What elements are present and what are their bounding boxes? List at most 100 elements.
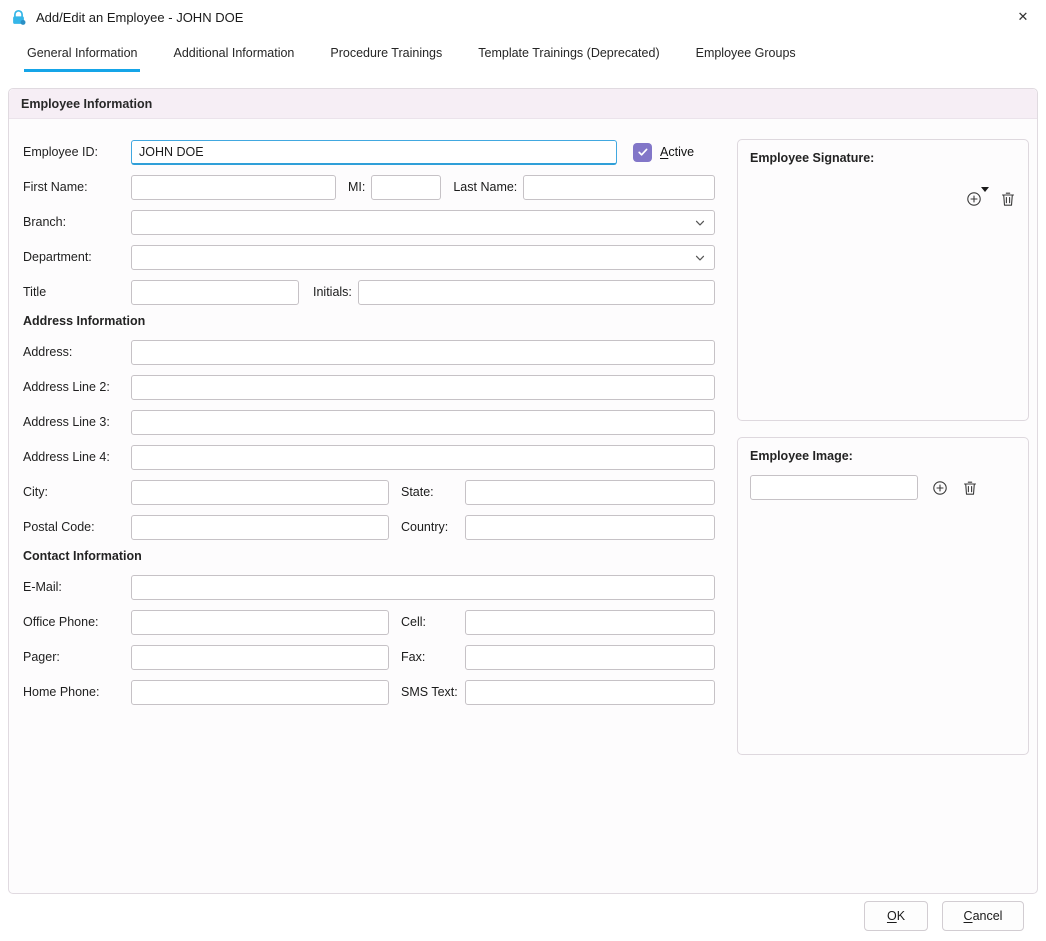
dropdown-arrow-icon bbox=[981, 187, 989, 192]
add-edit-employee-dialog: { "window": { "title": "Add/Edit an Empl… bbox=[0, 0, 1046, 941]
sms-text-label: SMS Text: bbox=[401, 685, 465, 699]
mi-label: MI: bbox=[348, 180, 365, 194]
title-row: Title Initials: bbox=[23, 279, 715, 305]
fax-input[interactable] bbox=[465, 645, 715, 670]
country-label: Country: bbox=[401, 520, 465, 534]
tab-employee-groups[interactable]: Employee Groups bbox=[693, 40, 799, 72]
cell-input[interactable] bbox=[465, 610, 715, 635]
city-state-row: City: State: bbox=[23, 479, 715, 505]
address4-row: Address Line 4: bbox=[23, 444, 715, 470]
signature-toolbar bbox=[750, 191, 1016, 207]
tab-additional-information[interactable]: Additional Information bbox=[170, 40, 297, 72]
pager-label: Pager: bbox=[23, 650, 131, 664]
department-select[interactable] bbox=[131, 245, 715, 270]
mi-input[interactable] bbox=[371, 175, 441, 200]
add-image-button[interactable] bbox=[932, 480, 948, 496]
employee-image-input[interactable] bbox=[750, 475, 918, 500]
employee-id-label: Employee ID: bbox=[23, 145, 131, 159]
trash-icon bbox=[1000, 191, 1016, 207]
address-line2-input[interactable] bbox=[131, 375, 715, 400]
postal-country-row: Postal Code: Country: bbox=[23, 514, 715, 540]
state-input[interactable] bbox=[465, 480, 715, 505]
check-icon bbox=[637, 146, 649, 158]
country-input[interactable] bbox=[465, 515, 715, 540]
pager-input[interactable] bbox=[131, 645, 389, 670]
last-name-label: Last Name: bbox=[453, 180, 517, 194]
tab-template-trainings[interactable]: Template Trainings (Deprecated) bbox=[475, 40, 662, 72]
fax-label: Fax: bbox=[401, 650, 465, 664]
title-input[interactable] bbox=[131, 280, 299, 305]
side-column: Employee Signature: bbox=[737, 139, 1029, 755]
office-phone-input[interactable] bbox=[131, 610, 389, 635]
first-name-input[interactable] bbox=[131, 175, 336, 200]
address3-row: Address Line 3: bbox=[23, 409, 715, 435]
department-row: Department: bbox=[23, 244, 715, 270]
employee-id-input[interactable] bbox=[131, 140, 617, 165]
tab-procedure-trainings[interactable]: Procedure Trainings bbox=[327, 40, 445, 72]
name-row: First Name: MI: Last Name: bbox=[23, 174, 715, 200]
window-title: Add/Edit an Employee - JOHN DOE bbox=[36, 10, 243, 25]
city-label: City: bbox=[23, 485, 131, 499]
address-input[interactable] bbox=[131, 340, 715, 365]
group-title: Employee Information bbox=[21, 97, 152, 111]
tab-bar: General Information Additional Informati… bbox=[0, 34, 1046, 72]
lock-icon bbox=[10, 9, 27, 26]
active-checkbox[interactable] bbox=[633, 143, 652, 162]
address-line3-input[interactable] bbox=[131, 410, 715, 435]
image-toolbar bbox=[750, 475, 1016, 500]
email-label: E-Mail: bbox=[23, 580, 131, 594]
title-label: Title bbox=[23, 285, 131, 299]
office-phone-label: Office Phone: bbox=[23, 615, 131, 629]
home-phone-label: Home Phone: bbox=[23, 685, 131, 699]
branch-row: Branch: bbox=[23, 209, 715, 235]
chevron-down-icon bbox=[694, 217, 706, 229]
home-phone-input[interactable] bbox=[131, 680, 389, 705]
close-button[interactable]: ✕ bbox=[1000, 0, 1046, 34]
home-sms-row: Home Phone: SMS Text: bbox=[23, 679, 715, 705]
pager-fax-row: Pager: Fax: bbox=[23, 644, 715, 670]
employee-signature-panel: Employee Signature: bbox=[737, 139, 1029, 421]
address2-row: Address Line 2: bbox=[23, 374, 715, 400]
active-label: Active bbox=[660, 145, 694, 159]
address-line2-label: Address Line 2: bbox=[23, 380, 131, 394]
address-row: Address: bbox=[23, 339, 715, 365]
employee-image-title: Employee Image: bbox=[750, 449, 1016, 463]
delete-image-button[interactable] bbox=[962, 480, 978, 496]
state-label: State: bbox=[401, 485, 465, 499]
postal-code-label: Postal Code: bbox=[23, 520, 131, 534]
tab-general-information[interactable]: General Information bbox=[24, 40, 140, 72]
address-information-header: Address Information bbox=[23, 314, 715, 328]
employee-image-panel: Employee Image: bbox=[737, 437, 1029, 755]
cancel-button[interactable]: Cancel bbox=[942, 901, 1024, 931]
sms-text-input[interactable] bbox=[465, 680, 715, 705]
last-name-input[interactable] bbox=[523, 175, 715, 200]
add-signature-button[interactable] bbox=[966, 191, 982, 207]
office-cell-row: Office Phone: Cell: bbox=[23, 609, 715, 635]
address-label: Address: bbox=[23, 345, 131, 359]
first-name-label: First Name: bbox=[23, 180, 131, 194]
branch-label: Branch: bbox=[23, 215, 131, 229]
chevron-down-icon bbox=[694, 252, 706, 264]
titlebar: Add/Edit an Employee - JOHN DOE ✕ bbox=[0, 0, 1046, 34]
employee-signature-title: Employee Signature: bbox=[750, 151, 1016, 165]
initials-input[interactable] bbox=[358, 280, 715, 305]
employee-id-row: Employee ID: Active bbox=[23, 139, 715, 165]
group-content: Employee ID: Active First Name: MI: Last… bbox=[9, 119, 1037, 755]
postal-code-input[interactable] bbox=[131, 515, 389, 540]
ok-button[interactable]: OK bbox=[864, 901, 928, 931]
address-line3-label: Address Line 3: bbox=[23, 415, 131, 429]
email-input[interactable] bbox=[131, 575, 715, 600]
delete-signature-button[interactable] bbox=[1000, 191, 1016, 207]
address-line4-input[interactable] bbox=[131, 445, 715, 470]
circle-plus-icon bbox=[966, 191, 982, 207]
circle-plus-icon bbox=[932, 480, 948, 496]
trash-icon bbox=[962, 480, 978, 496]
city-input[interactable] bbox=[131, 480, 389, 505]
employee-information-group: Employee Information Employee ID: Active… bbox=[8, 88, 1038, 894]
contact-information-header: Contact Information bbox=[23, 549, 715, 563]
initials-label: Initials: bbox=[313, 285, 352, 299]
close-icon: ✕ bbox=[1018, 9, 1029, 25]
cell-label: Cell: bbox=[401, 615, 465, 629]
branch-select[interactable] bbox=[131, 210, 715, 235]
address-line4-label: Address Line 4: bbox=[23, 450, 131, 464]
